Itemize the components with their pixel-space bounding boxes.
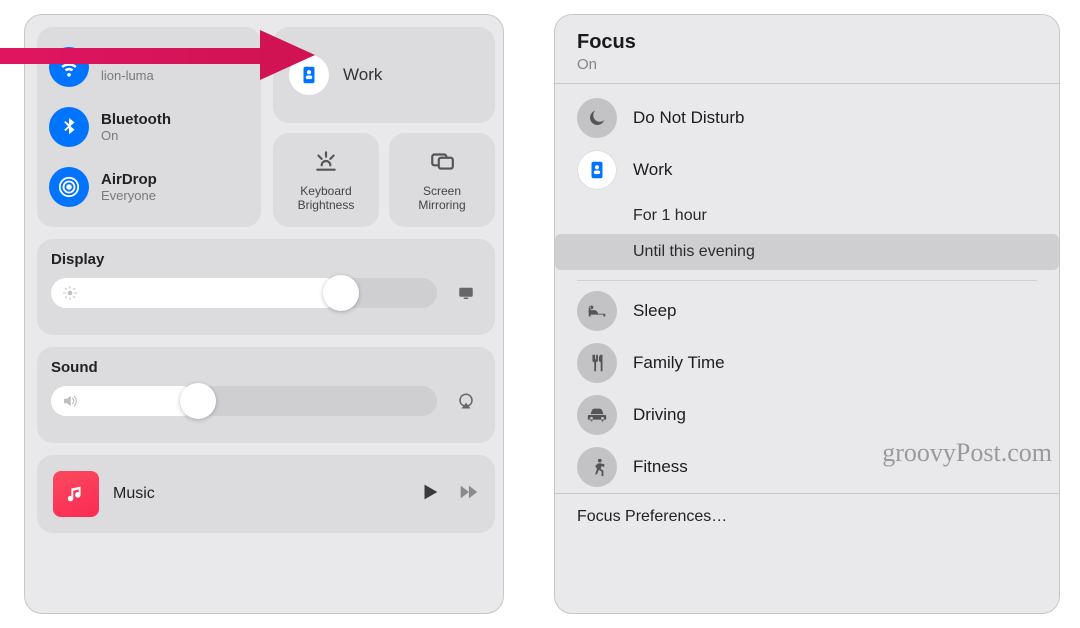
airdrop-toggle[interactable]: AirDrop Everyone [49,157,249,217]
focus-mode-work[interactable]: Work [555,144,1059,196]
connectivity-tile: Wi-Fi lion-luma Bluetooth On AirDrop [37,27,261,227]
control-center-panel: Wi-Fi lion-luma Bluetooth On AirDrop [24,14,504,614]
bluetooth-status: On [101,128,171,143]
running-icon [577,447,617,487]
bluetooth-icon [49,107,89,147]
display-settings-icon[interactable] [451,278,481,308]
focus-mode-label: Driving [633,405,686,425]
music-app-icon [53,471,99,517]
music-title: Music [113,485,419,503]
focus-tile-label: Work [343,65,382,85]
focus-title: Focus [577,31,1037,54]
focus-mode-label: Family Time [633,353,725,373]
focus-status: On [577,56,1037,73]
screen-mirroring-icon [429,148,455,179]
airdrop-status: Everyone [101,188,157,203]
focus-preferences-link[interactable]: Focus Preferences… [555,493,1059,540]
badge-icon [577,150,617,190]
bed-icon [577,291,617,331]
focus-mode-family[interactable]: Family Time [555,337,1059,389]
bluetooth-toggle[interactable]: Bluetooth On [49,97,249,157]
sound-tile: Sound [37,347,495,443]
volume-icon [61,392,79,410]
wifi-status: lion-luma [101,68,154,83]
focus-tile[interactable]: Work [273,27,495,123]
fork-knife-icon [577,343,617,383]
focus-duration-evening[interactable]: Until this evening [555,234,1059,270]
display-slider[interactable] [51,278,437,308]
focus-mode-label: Work [633,160,672,180]
wifi-toggle[interactable]: Wi-Fi lion-luma [49,37,249,97]
focus-mode-dnd[interactable]: Do Not Disturb [555,92,1059,144]
keyboard-brightness-label: Keyboard Brightness [298,185,355,213]
screen-mirroring-label: Screen Mirroring [418,185,465,213]
focus-mode-label: Fitness [633,457,688,477]
bluetooth-label: Bluetooth [101,111,171,128]
display-tile: Display [37,239,495,335]
focus-duration-options: For 1 hour Until this evening [555,198,1059,270]
sound-title: Sound [51,359,481,376]
keyboard-brightness-tile[interactable]: Keyboard Brightness [273,133,379,227]
airdrop-icon [49,167,89,207]
moon-icon [577,98,617,138]
screen-mirroring-tile[interactable]: Screen Mirroring [389,133,495,227]
car-icon [577,395,617,435]
focus-mode-driving[interactable]: Driving [555,389,1059,441]
focus-mode-fitness[interactable]: Fitness [555,441,1059,493]
airdrop-label: AirDrop [101,171,157,188]
focus-header: Focus On [555,15,1059,83]
wifi-label: Wi-Fi [101,51,154,68]
wifi-icon [49,47,89,87]
fast-forward-icon[interactable] [457,481,479,508]
music-tile[interactable]: Music [37,455,495,533]
airplay-audio-icon[interactable] [451,386,481,416]
display-title: Display [51,251,481,268]
focus-mode-label: Do Not Disturb [633,108,744,128]
focus-duration-1h[interactable]: For 1 hour [555,198,1059,234]
sound-slider[interactable] [51,386,437,416]
focus-mode-label: Sleep [633,301,676,321]
play-icon[interactable] [419,481,441,508]
badge-icon [289,55,329,95]
keyboard-brightness-icon [313,148,339,179]
focus-mode-sleep[interactable]: Sleep [555,285,1059,337]
brightness-low-icon [61,284,79,302]
focus-panel: Focus On Do Not Disturb Work For 1 hour … [554,14,1060,614]
